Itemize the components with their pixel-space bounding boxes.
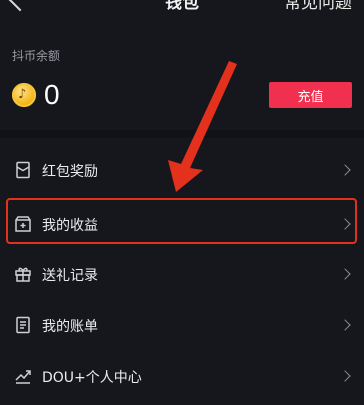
recharge-button[interactable]: 充值 xyxy=(269,82,352,108)
faq-link[interactable]: 常见问题 xyxy=(284,0,352,13)
earnings-icon xyxy=(15,216,31,232)
chevron-right-icon xyxy=(339,164,351,176)
red-packet-icon xyxy=(16,161,30,179)
balance-label: 抖币余额 xyxy=(12,49,61,63)
menu-item-label: DOU+个人中心 xyxy=(42,370,142,386)
chevron-right-icon xyxy=(339,370,351,382)
chevron-right-icon xyxy=(339,319,351,331)
top-bar: 钱包 常见问题 xyxy=(0,0,364,16)
balance-value: 0 xyxy=(44,79,60,110)
menu-item-label: 送礼记录 xyxy=(42,268,98,284)
menu-item-gift-records[interactable]: 送礼记录 xyxy=(0,249,364,301)
menu-item-label: 红包奖励 xyxy=(42,164,98,180)
menu-item-label: 我的收益 xyxy=(42,218,98,234)
menu-item-bills[interactable]: 我的账单 xyxy=(0,300,364,352)
bill-icon xyxy=(16,316,30,334)
menu-item-red-packet[interactable]: 红包奖励 xyxy=(0,145,364,197)
menu-item-dou-plus[interactable]: DOU+个人中心 xyxy=(0,351,364,403)
dou-plus-icon xyxy=(15,370,31,384)
chevron-right-icon xyxy=(339,218,351,230)
section-divider xyxy=(0,130,364,138)
gift-icon xyxy=(15,267,31,282)
menu-item-earnings[interactable]: 我的收益 xyxy=(0,199,364,251)
chevron-right-icon xyxy=(339,268,351,280)
menu-item-label: 我的账单 xyxy=(42,319,98,335)
coin-icon: ♪ xyxy=(12,83,36,107)
